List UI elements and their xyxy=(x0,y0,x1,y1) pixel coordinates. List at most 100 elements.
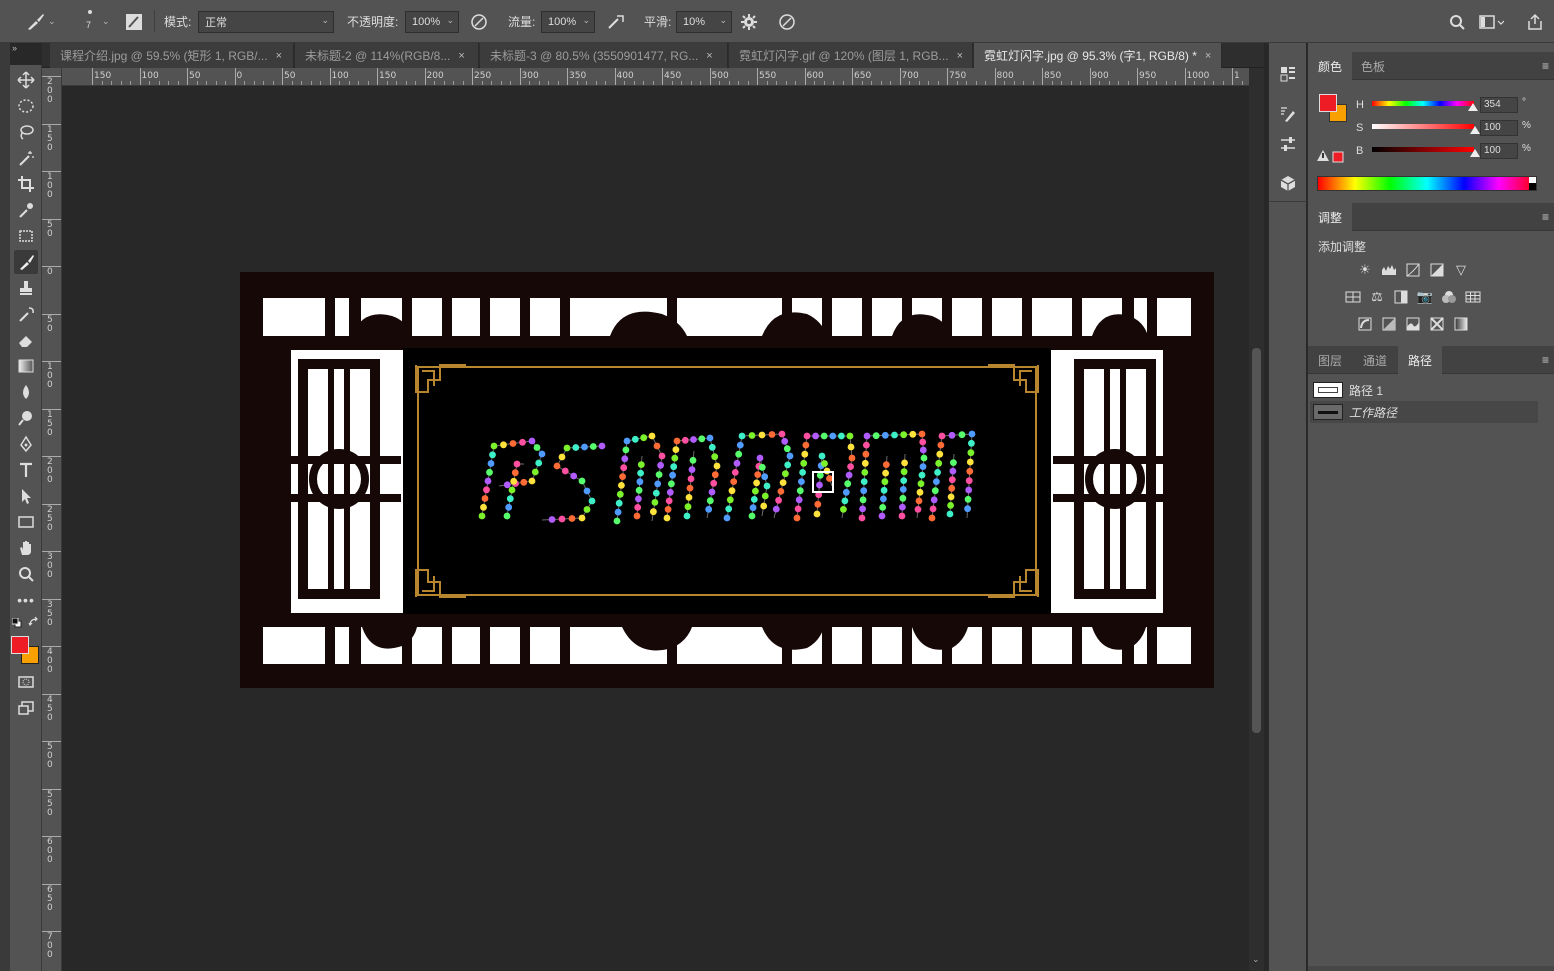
clone-stamp-tool[interactable] xyxy=(14,276,38,300)
document-tab-active[interactable]: 霓虹灯闪字.jpg @ 95.3% (字1, RGB/8) * × xyxy=(974,43,1222,68)
mode-select[interactable]: 正常 ⌄ xyxy=(198,10,334,33)
history-brush-tool[interactable] xyxy=(14,302,38,326)
dodge-tool[interactable] xyxy=(14,406,38,430)
collapse-toolbar-icon[interactable]: » xyxy=(12,43,17,53)
healing-tool[interactable] xyxy=(14,224,38,248)
gradient-tool[interactable] xyxy=(14,354,38,378)
lasso-tool[interactable] xyxy=(14,120,38,144)
color-balance-icon[interactable]: ⚖ xyxy=(1368,289,1386,305)
eraser-tool[interactable] xyxy=(14,328,38,352)
brightness-value[interactable]: 100 xyxy=(1480,143,1518,159)
tab-adjustments[interactable]: 调整 xyxy=(1308,203,1353,231)
flow-field[interactable]: 100% ⌄ xyxy=(541,10,595,33)
move-tool[interactable] xyxy=(14,68,38,92)
pen-tool[interactable] xyxy=(14,432,38,456)
hue-value[interactable]: 354 xyxy=(1480,97,1518,113)
brightness-slider-row[interactable]: B 100 % xyxy=(1356,143,1531,159)
panel-menu-icon[interactable]: ≡ xyxy=(1542,59,1549,73)
crop-tool[interactable] xyxy=(14,172,38,196)
tab-layers[interactable]: 图层 xyxy=(1308,346,1352,374)
marquee-tool[interactable] xyxy=(14,94,38,118)
quick-mask-button[interactable] xyxy=(14,670,38,694)
selective-color-icon[interactable] xyxy=(1428,316,1446,332)
document-canvas[interactable] xyxy=(62,86,1249,971)
libraries-button[interactable] xyxy=(1279,174,1297,192)
color-spectrum-bar[interactable] xyxy=(1317,176,1537,191)
exposure-icon[interactable] xyxy=(1428,262,1446,278)
brush-size-picker[interactable]: 7 ⌄ xyxy=(82,0,116,43)
rectangle-tool[interactable] xyxy=(14,510,38,534)
more-tools-button[interactable]: ••• xyxy=(14,588,38,612)
color-lookup-icon[interactable] xyxy=(1464,289,1482,305)
scroll-thumb[interactable] xyxy=(1252,348,1261,733)
tab-paths[interactable]: 路径 xyxy=(1398,346,1443,374)
scroll-down-icon[interactable]: ⌄ xyxy=(1252,954,1260,965)
pressure-size-toggle[interactable] xyxy=(778,0,796,43)
brightness-contrast-icon[interactable]: ☀ xyxy=(1356,262,1374,278)
foreground-color-swatch[interactable] xyxy=(11,636,29,654)
close-icon[interactable]: × xyxy=(706,50,712,62)
tab-channels[interactable]: 通道 xyxy=(1353,346,1397,374)
vibrance-icon[interactable]: ▽ xyxy=(1452,262,1470,278)
path-selection-tool[interactable] xyxy=(14,484,38,508)
workspace-button[interactable] xyxy=(1478,0,1504,43)
photo-filter-icon[interactable]: 📷 xyxy=(1416,289,1434,305)
tab-swatches[interactable]: 色板 xyxy=(1351,52,1395,80)
saturation-value[interactable]: 100 xyxy=(1480,120,1518,136)
saturation-thumb[interactable] xyxy=(1470,126,1480,134)
close-icon[interactable]: × xyxy=(1205,50,1211,62)
swap-colors-button[interactable] xyxy=(28,616,40,628)
vertical-scrollbar[interactable]: ⌄ xyxy=(1249,68,1264,971)
airbrush-toggle[interactable] xyxy=(606,0,626,43)
panel-menu-icon[interactable]: ≡ xyxy=(1542,210,1549,224)
properties-button[interactable] xyxy=(1279,135,1297,153)
type-tool[interactable] xyxy=(14,458,38,482)
hue-saturation-icon[interactable] xyxy=(1344,289,1362,305)
magic-wand-tool[interactable] xyxy=(14,146,38,170)
hue-thumb[interactable] xyxy=(1468,103,1478,111)
document-tab[interactable]: 霓虹灯闪字.gif @ 120% (图层 1, RGB... × xyxy=(729,43,973,68)
pressure-opacity-toggle[interactable] xyxy=(470,0,488,43)
posterize-icon[interactable] xyxy=(1380,316,1398,332)
share-button[interactable] xyxy=(1526,0,1544,43)
brush-preset-picker[interactable]: ⌄ xyxy=(24,0,64,43)
channel-mixer-icon[interactable] xyxy=(1440,289,1458,305)
brush-settings-button[interactable] xyxy=(1279,105,1297,123)
path-row[interactable]: 路径 1 xyxy=(1310,379,1538,401)
close-icon[interactable]: × xyxy=(957,50,963,62)
search-button[interactable] xyxy=(1448,0,1466,43)
gamut-warning-icon[interactable] xyxy=(1317,149,1345,166)
black-white-icon[interactable] xyxy=(1392,289,1410,305)
opacity-field[interactable]: 100% ⌄ xyxy=(405,10,459,33)
eyedropper-tool[interactable] xyxy=(14,198,38,222)
document-tab[interactable]: 未标题-3 @ 80.5% (3550901477, RG... × xyxy=(480,43,728,68)
levels-icon[interactable] xyxy=(1380,262,1398,278)
smoothing-field[interactable]: 10% ⌄ xyxy=(676,10,732,33)
color-foreground-swatch[interactable] xyxy=(1319,94,1337,112)
pasteboard[interactable] xyxy=(62,86,1249,971)
document-tab[interactable]: 课程介绍.jpg @ 59.5% (矩形 1, RGB/... × xyxy=(50,43,294,68)
history-panel-button[interactable] xyxy=(1279,65,1297,83)
hue-slider-row[interactable]: H 354 ° xyxy=(1356,97,1526,113)
brush-panel-toggle[interactable] xyxy=(124,0,148,43)
work-path-row[interactable]: 工作路径 xyxy=(1310,401,1538,423)
brush-tool[interactable] xyxy=(14,250,38,274)
close-icon[interactable]: × xyxy=(276,50,282,62)
gradient-map-icon[interactable] xyxy=(1452,316,1470,332)
zoom-tool[interactable] xyxy=(14,562,38,586)
document-tab[interactable]: 未标题-2 @ 114%(RGB/8... × xyxy=(295,43,479,68)
screen-mode-button[interactable] xyxy=(14,696,38,720)
hue-track[interactable] xyxy=(1372,101,1474,106)
threshold-icon[interactable] xyxy=(1404,316,1422,332)
tab-color[interactable]: 颜色 xyxy=(1308,52,1353,80)
invert-icon[interactable] xyxy=(1356,316,1374,332)
saturation-track[interactable] xyxy=(1372,124,1474,129)
hand-tool[interactable] xyxy=(14,536,38,560)
blur-tool[interactable] xyxy=(14,380,38,404)
smoothing-options-button[interactable] xyxy=(740,0,758,43)
brightness-track[interactable] xyxy=(1372,147,1474,152)
saturation-slider-row[interactable]: S 100 % xyxy=(1356,120,1531,136)
close-icon[interactable]: × xyxy=(458,50,464,62)
panel-menu-icon[interactable]: ≡ xyxy=(1542,353,1549,367)
default-colors-button[interactable] xyxy=(11,617,22,628)
